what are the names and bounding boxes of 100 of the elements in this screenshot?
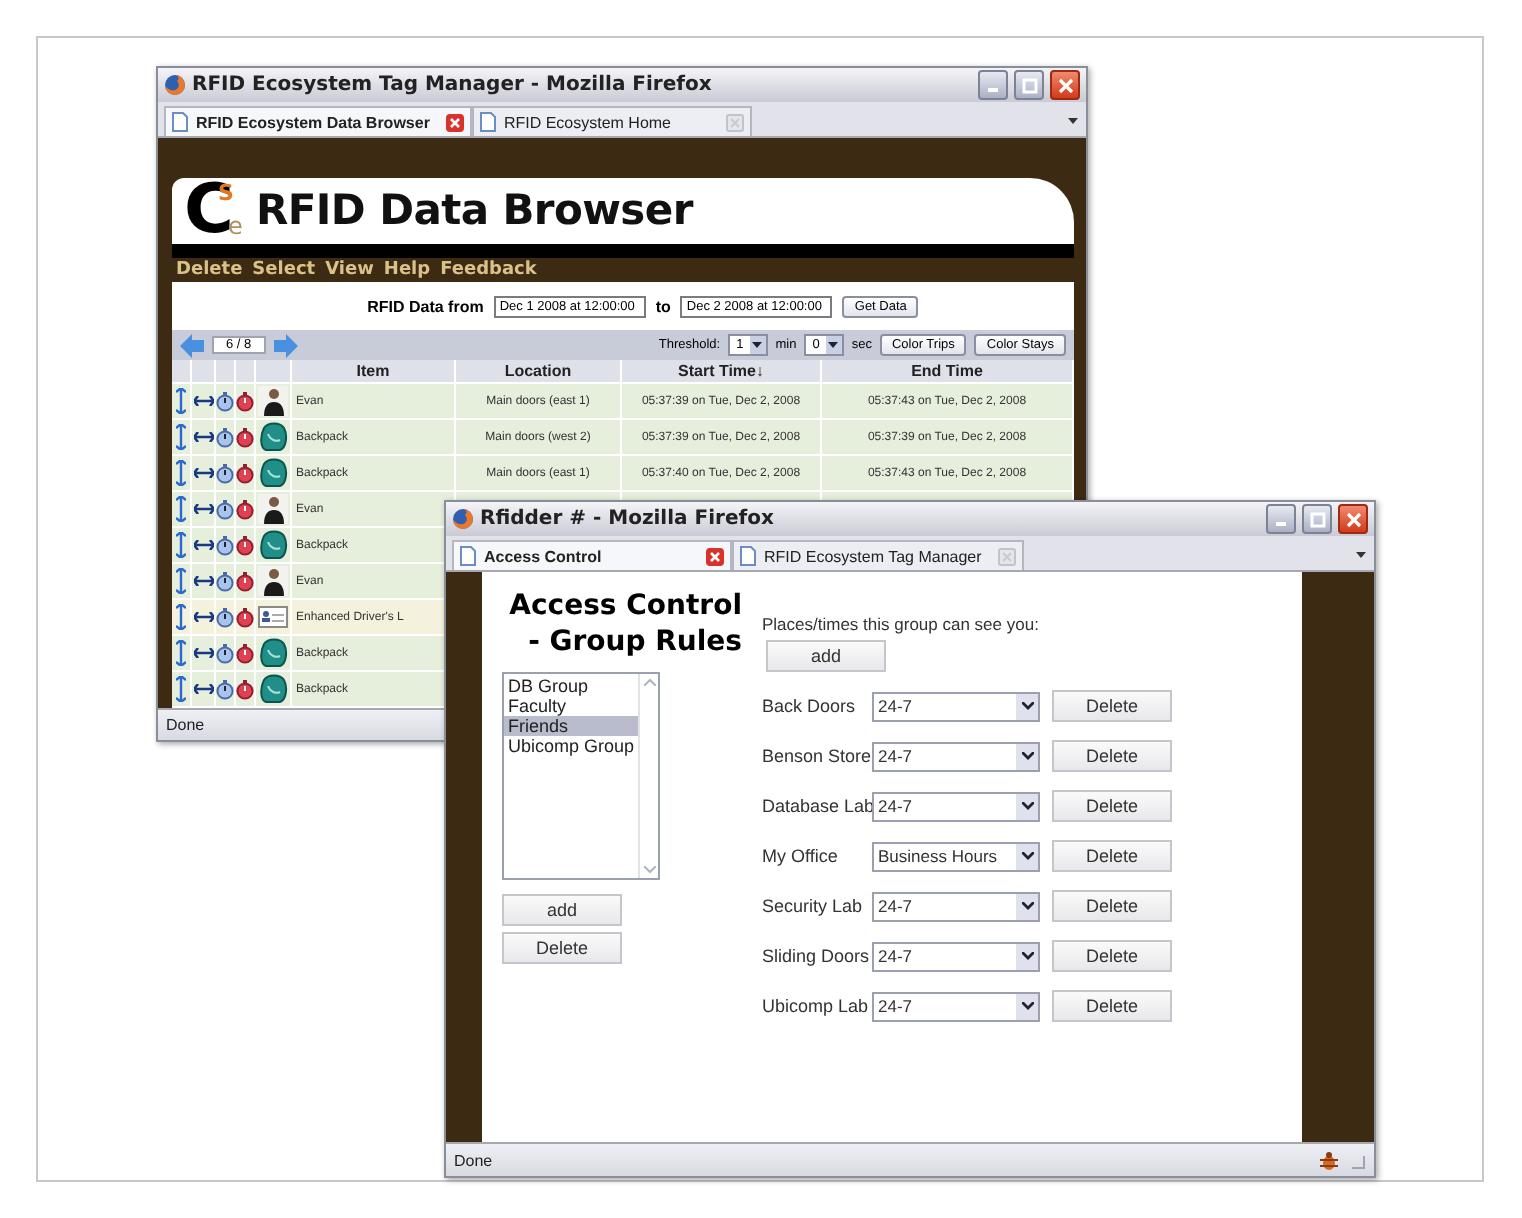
- delete-button[interactable]: Delete: [1052, 890, 1172, 922]
- vertical-arrow-icon[interactable]: [176, 568, 186, 594]
- place-label: Ubicomp Lab: [762, 996, 871, 1016]
- place-label: Benson Store: [762, 746, 872, 766]
- schedule-select[interactable]: Business Hours: [872, 841, 1040, 871]
- horizontal-arrow-icon[interactable]: [193, 432, 213, 442]
- add-button[interactable]: add: [766, 640, 886, 672]
- tab[interactable]: RFID Ecosystem Data Browser: [164, 106, 472, 136]
- stopwatch-icon[interactable]: [236, 463, 254, 483]
- vertical-arrow-icon[interactable]: [176, 496, 186, 522]
- window-title: Rfidder # - Mozilla Firefox: [480, 508, 776, 530]
- menu-item[interactable]: Delete: [176, 259, 243, 280]
- horizontal-arrow-icon[interactable]: [193, 648, 213, 658]
- minimize-button[interactable]: [1266, 504, 1296, 534]
- maximize-icon: [1309, 511, 1325, 527]
- group-list[interactable]: DB Group Faculty Friends Ubicomp Group: [502, 672, 660, 880]
- group-item[interactable]: Faculty: [504, 696, 639, 716]
- backpack-icon: [258, 674, 288, 704]
- vertical-arrow-icon[interactable]: [176, 604, 186, 630]
- close-icon: [1057, 77, 1073, 93]
- menu-item[interactable]: Feedback: [440, 259, 537, 280]
- column-header[interactable]: End Time: [822, 360, 1074, 382]
- firefox-icon: [164, 74, 186, 96]
- horizontal-arrow-icon[interactable]: [193, 468, 213, 478]
- page-icon: [479, 112, 496, 132]
- tab-close-icon[interactable]: [445, 113, 464, 131]
- backpack-icon: [258, 530, 288, 560]
- field-label: to: [655, 297, 671, 316]
- stopwatch-icon[interactable]: [216, 391, 234, 411]
- stopwatch-icon[interactable]: [216, 463, 234, 483]
- bug-icon: [1318, 1149, 1340, 1171]
- horizontal-arrow-icon[interactable]: [193, 396, 213, 406]
- column-header[interactable]: Location: [456, 360, 622, 382]
- vertical-arrow-icon[interactable]: [176, 532, 186, 558]
- stopwatch-icon[interactable]: [216, 571, 234, 591]
- vertical-arrow-icon[interactable]: [176, 640, 186, 666]
- stopwatch-icon[interactable]: [236, 391, 254, 411]
- schedule-select[interactable]: 24-7: [872, 791, 1040, 821]
- horizontal-arrow-icon[interactable]: [193, 612, 213, 622]
- sort-indicator: ↓: [755, 362, 764, 380]
- group-button[interactable]: Delete: [502, 932, 622, 964]
- delete-button[interactable]: Delete: [1052, 690, 1172, 722]
- column-header[interactable]: Start Time↓: [622, 360, 822, 382]
- stopwatch-icon[interactable]: [216, 643, 234, 663]
- delete-button[interactable]: Delete: [1052, 840, 1172, 872]
- window-title: RFID Ecosystem Tag Manager - Mozilla Firefox: [192, 74, 714, 96]
- backpack-icon: [258, 638, 288, 668]
- field-label: RFID Data from: [367, 297, 484, 316]
- stopwatch-icon[interactable]: [236, 679, 254, 699]
- stopwatch-icon[interactable]: [236, 427, 254, 447]
- schedule-select[interactable]: 24-7: [872, 941, 1040, 971]
- status-text: Done: [166, 716, 205, 734]
- maximize-button[interactable]: [1014, 70, 1044, 100]
- schedule-select[interactable]: 24-7: [872, 691, 1040, 721]
- delete-button[interactable]: Delete: [1052, 940, 1172, 972]
- menu-item[interactable]: Help: [383, 259, 431, 280]
- close-button[interactable]: [1338, 504, 1368, 534]
- minimize-button[interactable]: [978, 70, 1008, 100]
- horizontal-arrow-icon[interactable]: [193, 576, 213, 586]
- vertical-arrow-icon[interactable]: [176, 460, 186, 486]
- vertical-arrow-icon[interactable]: [176, 424, 186, 450]
- schedule-select[interactable]: 24-7: [872, 741, 1040, 771]
- delete-button[interactable]: Delete: [1052, 790, 1172, 822]
- group-item[interactable]: Ubicomp Group: [504, 736, 639, 756]
- horizontal-arrow-icon[interactable]: [193, 684, 213, 694]
- stopwatch-icon[interactable]: [236, 535, 254, 555]
- menu-item[interactable]: View: [325, 259, 374, 280]
- tab[interactable]: RFID Ecosystem Home: [471, 106, 752, 136]
- menu-item[interactable]: Select: [252, 259, 316, 280]
- tab[interactable]: RFID Ecosystem Tag Manager: [732, 540, 1024, 570]
- person-photo-icon: [258, 386, 288, 416]
- delete-button[interactable]: Delete: [1052, 990, 1172, 1022]
- resize-grip-icon[interactable]: [1348, 1151, 1366, 1169]
- delete-button[interactable]: Delete: [1052, 740, 1172, 772]
- maximize-icon: [1021, 77, 1037, 93]
- close-button[interactable]: [1050, 70, 1080, 100]
- vertical-arrow-icon[interactable]: [176, 388, 186, 414]
- stopwatch-icon[interactable]: [236, 571, 254, 591]
- maximize-button[interactable]: [1302, 504, 1332, 534]
- stopwatch-icon[interactable]: [216, 499, 234, 519]
- group-item[interactable]: DB Group: [504, 676, 639, 696]
- schedule-select[interactable]: 24-7: [872, 991, 1040, 1021]
- place-label: Back Doors: [762, 696, 858, 716]
- vertical-arrow-icon[interactable]: [176, 676, 186, 702]
- horizontal-arrow-icon[interactable]: [193, 540, 213, 550]
- stopwatch-icon[interactable]: [236, 499, 254, 519]
- group-button[interactable]: add: [502, 894, 622, 926]
- stopwatch-icon[interactable]: [236, 643, 254, 663]
- schedule-select[interactable]: 24-7: [872, 891, 1040, 921]
- page-icon: [460, 546, 476, 566]
- tab[interactable]: Access Control: [452, 540, 732, 570]
- page-heading: Access Control - Group Rules: [507, 588, 742, 660]
- column-header[interactable]: Item: [292, 360, 456, 382]
- stopwatch-icon[interactable]: [216, 427, 234, 447]
- stopwatch-icon[interactable]: [216, 679, 234, 699]
- stopwatch-icon[interactable]: [236, 607, 254, 627]
- stopwatch-icon[interactable]: [216, 607, 234, 627]
- horizontal-arrow-icon[interactable]: [193, 504, 213, 514]
- stopwatch-icon[interactable]: [216, 535, 234, 555]
- group-item[interactable]: Friends: [504, 716, 639, 736]
